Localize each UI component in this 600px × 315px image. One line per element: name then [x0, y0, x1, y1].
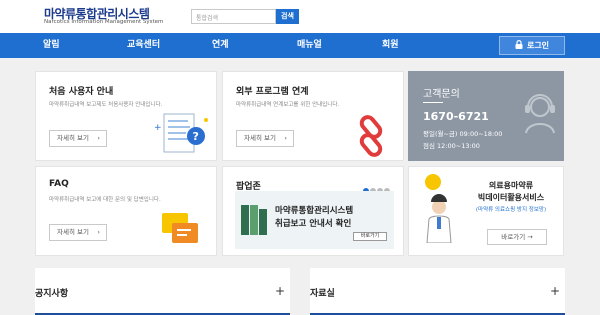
svg-text:?: ? [193, 130, 199, 143]
chevron-right-icon: › [97, 134, 100, 142]
login-button[interactable]: 로그인 [499, 36, 565, 55]
contact-lunch-hours: 점심 12:00~13:00 [423, 142, 480, 150]
more-label: 자세히 보기 [57, 134, 89, 142]
card-desc: 마약류취급내역 보고에 대한 문의 및 답변입니다. [49, 197, 161, 203]
nav-item-notice[interactable]: 알림 [43, 33, 60, 58]
card-desc: 마약류취급내역 연계보고를 위한 안내입니다. [236, 102, 340, 108]
notice-more-plus-icon[interactable]: + [275, 284, 285, 298]
nav-item-manual[interactable]: 매뉴얼 [297, 33, 322, 58]
archive-more-plus-icon[interactable]: + [550, 284, 560, 298]
more-button[interactable]: 자세히 보기 › [236, 130, 294, 147]
site-header: 마약류통합관리시스템 Narcotics Information Managem… [0, 0, 600, 33]
banner-line1: 마약류통합관리시스템 [275, 206, 354, 216]
bigdata-line3: (마약류 의료쇼핑 방지 정보망) [475, 207, 547, 213]
bigdata-line2: 빅데이터활용서비스 [477, 193, 545, 202]
document-question-icon: + ? [154, 113, 208, 153]
svg-text:+: + [154, 123, 162, 133]
login-label: 로그인 [526, 41, 550, 50]
chat-bubbles-icon [162, 213, 198, 243]
archive-board: 자료실 + [310, 268, 565, 315]
card-desc: 마약류취급내역 보고제도 처음사용자 안내입니다. [49, 102, 163, 108]
banner-go-button[interactable]: 바로가기 [353, 232, 387, 241]
contact-panel: 고객문의 1670-6721 평일(월~금) 09:00~18:00 점심 12… [408, 71, 564, 161]
more-button[interactable]: 자세히 보기 › [49, 224, 107, 241]
card-title: 외부 프로그램 연계 [236, 87, 309, 97]
doctor-illustration-icon [425, 174, 452, 243]
contact-phone: 1670-6721 [423, 110, 489, 123]
contact-divider [423, 102, 443, 103]
search-input[interactable]: 통합검색 [191, 9, 276, 24]
card-external-program: 외부 프로그램 연계 마약류취급내역 연계보고를 위한 안내입니다. 자세히 보… [222, 71, 404, 161]
notice-board: 공지사항 + [35, 268, 290, 315]
card-title: 처음 사용자 안내 [49, 87, 114, 97]
more-label: 자세히 보기 [57, 228, 89, 236]
binder-icon [241, 205, 267, 235]
nav-item-member[interactable]: 회원 [382, 33, 399, 58]
chevron-right-icon: › [97, 228, 100, 236]
lock-icon [515, 40, 523, 49]
chain-link-icon [359, 115, 383, 157]
nav-item-integration[interactable]: 연계 [212, 33, 229, 58]
nav-item-education[interactable]: 교육센터 [127, 33, 160, 58]
headset-icon [525, 94, 555, 134]
popup-banner[interactable]: 마약류통합관리시스템 취급보고 안내서 확인 바로가기 [235, 191, 394, 249]
chevron-right-icon: › [284, 134, 287, 142]
card-bigdata: 의료용마약류 빅데이터활용서비스 (마약류 의료쇼핑 방지 정보망) 바로가기 … [408, 166, 564, 256]
bigdata-go-button[interactable]: 바로가기 → [487, 229, 547, 245]
bigdata-line1: 의료용마약류 [488, 181, 534, 190]
banner-line2: 취급보고 안내서 확인 [275, 219, 352, 229]
card-faq: FAQ 마약류취급내역 보고에 대한 문의 및 답변입니다. 자세히 보기 › [35, 166, 217, 256]
popup-pagination[interactable] [363, 179, 390, 194]
archive-board-title[interactable]: 자료실 [310, 286, 335, 299]
search-button[interactable]: 검색 [276, 9, 299, 24]
contact-label: 고객문의 [423, 89, 460, 100]
contact-weekday-hours: 평일(월~금) 09:00~18:00 [423, 130, 503, 138]
card-popup-zone: 팝업존 마약류통합관리시스템 취급보고 안내서 확인 바로가기 [222, 166, 404, 256]
more-button[interactable]: 자세히 보기 › [49, 130, 107, 147]
card-title: FAQ [49, 179, 69, 189]
notice-board-title[interactable]: 공지사항 [35, 286, 68, 299]
logo-subtitle: Narcotics Information Management System [44, 19, 164, 25]
card-new-user: 처음 사용자 안내 마약류취급내역 보고제도 처음사용자 안내입니다. 자세히 … [35, 71, 217, 161]
more-label: 자세히 보기 [244, 134, 276, 142]
